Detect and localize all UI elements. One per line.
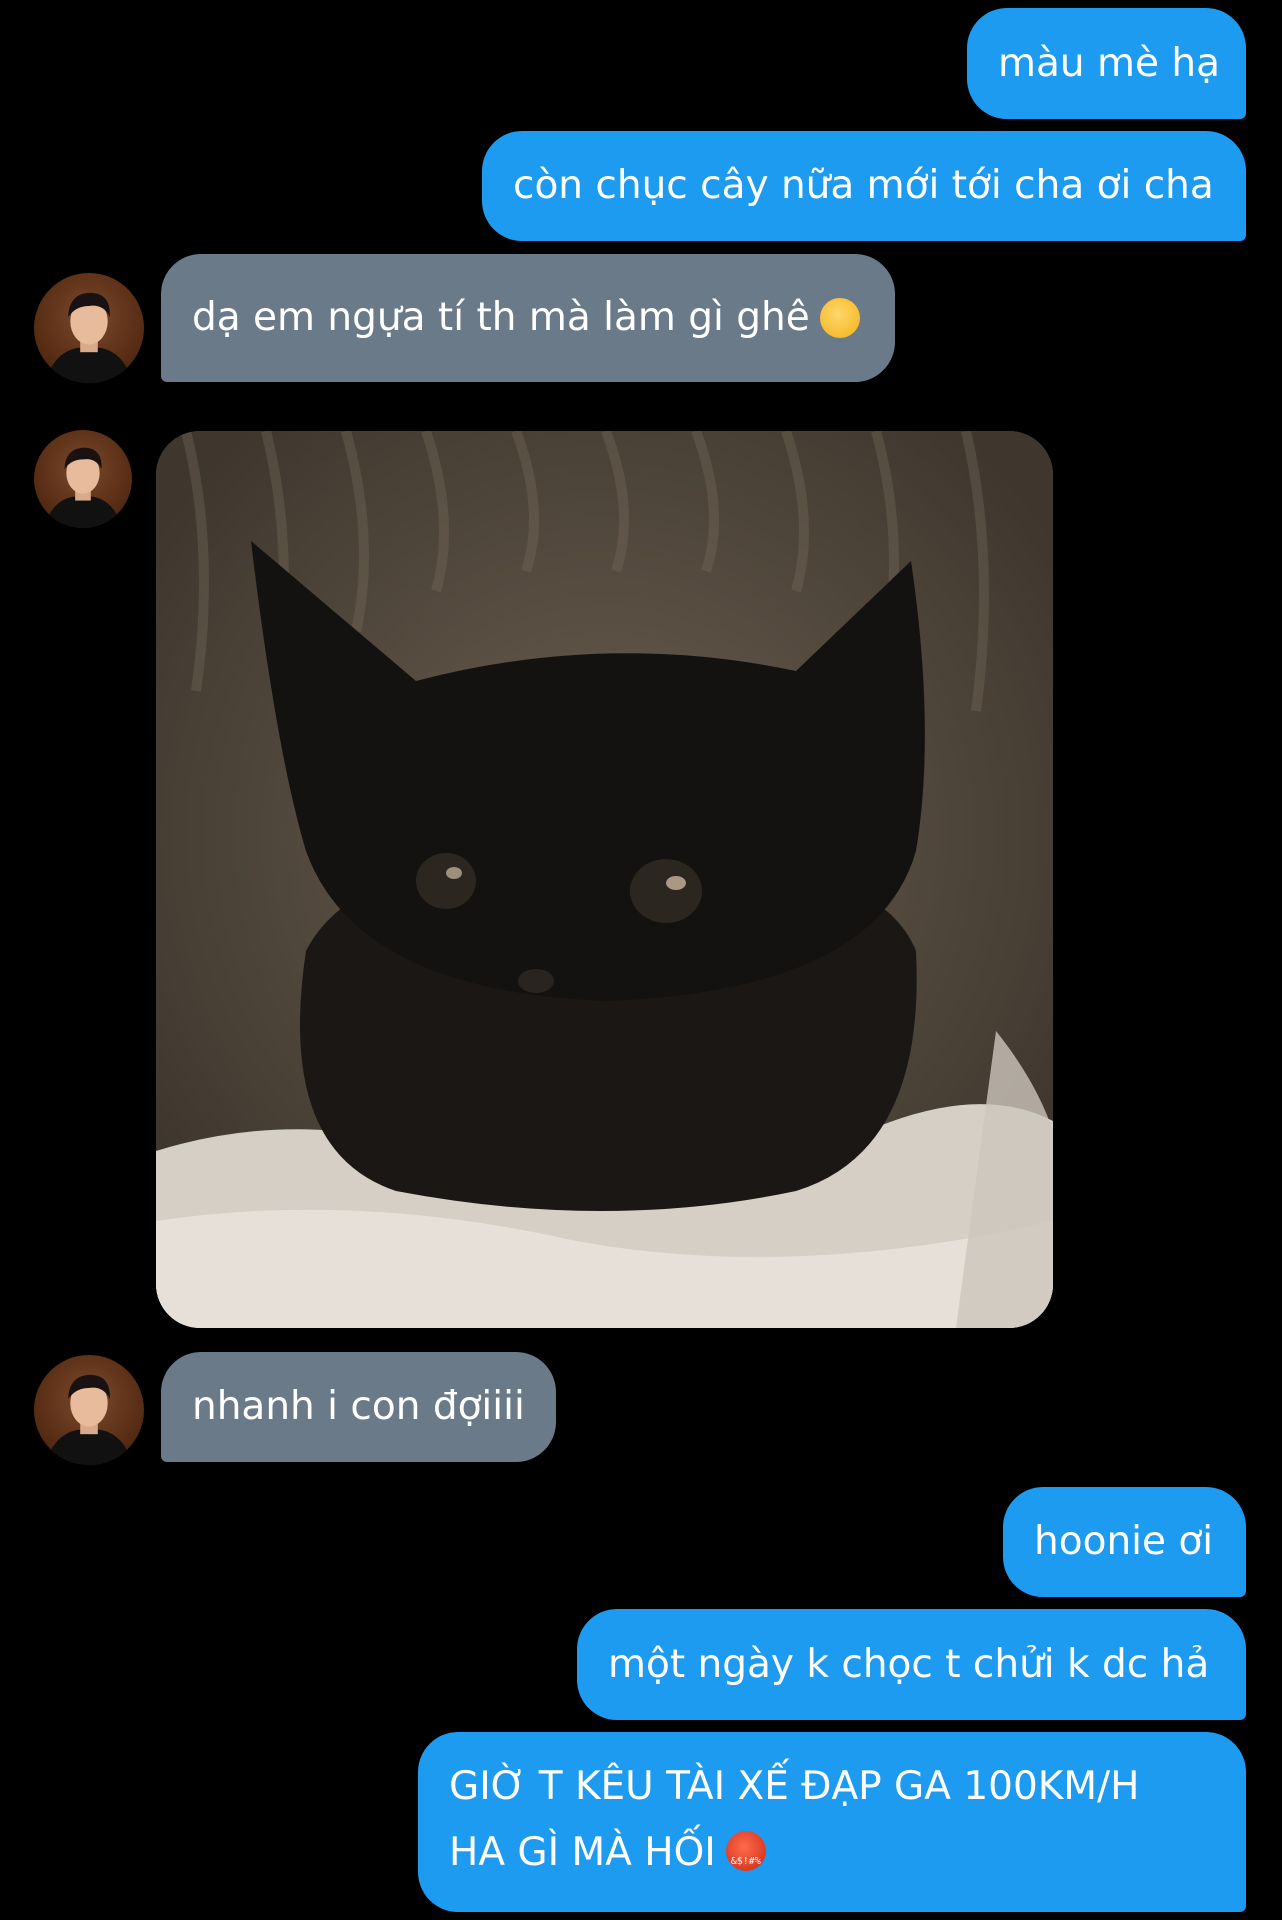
message-bubble-outgoing[interactable]: còn chục cây nữa mới tới cha ơi cha — [482, 131, 1246, 241]
message-text: nhanh i con đợiiii — [192, 1384, 525, 1429]
message-text: còn chục cây nữa mới tới cha ơi cha — [513, 163, 1214, 208]
person-portrait-icon — [43, 447, 123, 528]
message-text: dạ em ngựa tí th mà làm gì ghê — [192, 295, 810, 340]
message-text: một ngày k chọc t chửi k dc hả — [608, 1641, 1210, 1687]
image-message[interactable] — [156, 431, 1053, 1328]
black-kitten-photo-icon — [156, 431, 1053, 1328]
contact-avatar[interactable] — [34, 273, 144, 383]
person-portrait-icon — [45, 1374, 133, 1465]
message-bubble-incoming[interactable]: nhanh i con đợiiii — [161, 1352, 556, 1462]
message-text-line: HA GÌ MÀ HỐI &$!#% — [449, 1820, 1215, 1886]
message-text: màu mè hạ — [998, 40, 1221, 86]
contact-avatar[interactable] — [34, 1355, 144, 1465]
message-bubble-incoming[interactable]: dạ em ngựa tí th mà làm gì ghê — [161, 254, 895, 382]
contact-avatar[interactable] — [34, 430, 132, 528]
message-bubble-outgoing[interactable]: màu mè hạ — [967, 8, 1246, 119]
message-text-line: GIỜ T KÊU TÀI XẾ ĐẠP GA 100KM/H — [449, 1764, 1140, 1809]
message-bubble-outgoing[interactable]: một ngày k chọc t chửi k dc hả — [577, 1609, 1246, 1720]
message-bubble-outgoing[interactable]: hoonie ơi — [1003, 1487, 1246, 1597]
face-with-symbols-on-mouth-icon: &$!#% — [725, 1831, 766, 1871]
person-portrait-icon — [45, 292, 133, 383]
message-bubble-outgoing[interactable]: GIỜ T KÊU TÀI XẾ ĐẠP GA 100KM/H HA GÌ MÀ… — [418, 1732, 1246, 1912]
message-text: hoonie ơi — [1034, 1519, 1214, 1564]
pensive-face-icon — [819, 298, 860, 338]
